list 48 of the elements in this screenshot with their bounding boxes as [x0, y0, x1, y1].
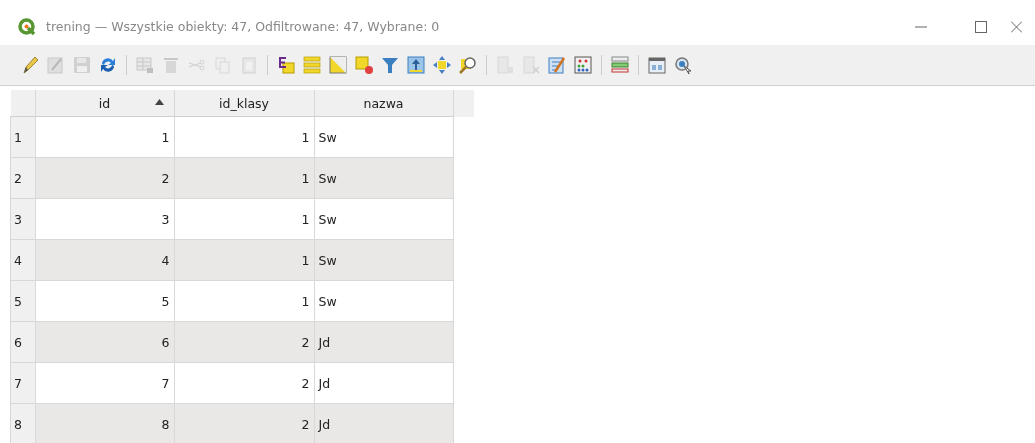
table-cell: Sw [314, 239, 453, 281]
column-header[interactable]: id [35, 90, 174, 117]
table-cell: Jd [314, 321, 453, 363]
table-cell: 3 [35, 198, 174, 240]
table-cell: 8 [35, 403, 174, 443]
table-cell: Sw [314, 280, 453, 322]
row-header[interactable]: 7 [10, 362, 35, 404]
table-cell: 5 [35, 280, 174, 322]
column-header[interactable]: nazwa [314, 90, 453, 117]
table-cell: 2 [35, 157, 174, 199]
table-cell: 2 [174, 321, 314, 363]
reload-icon[interactable] [98, 55, 118, 75]
column-header[interactable]: id_klasy [174, 90, 314, 117]
row-header[interactable]: 3 [10, 198, 35, 240]
table-cell: 1 [174, 280, 314, 322]
table-cell: 7 [35, 362, 174, 404]
row-header[interactable]: 5 [10, 280, 35, 322]
table-cell: Sw [314, 198, 453, 240]
table-cell: Jd [314, 403, 453, 443]
window-title: trening — Wszystkie obiekty: 47, Odfiltrowane: 47, Wybrane: 0 [46, 19, 441, 34]
table-cell: 2 [174, 403, 314, 443]
identify-icon[interactable] [673, 55, 693, 75]
table-cell: 1 [174, 198, 314, 240]
table-cell: Jd [314, 362, 453, 404]
table-cell: 6 [35, 321, 174, 363]
table-cell: Sw [314, 157, 453, 199]
app-logo-icon [18, 17, 36, 36]
pencil-icon[interactable] [20, 55, 40, 75]
row-header[interactable]: 4 [10, 239, 35, 281]
table-cell: 4 [35, 239, 174, 281]
row-header[interactable]: 8 [10, 403, 35, 443]
table-cell: 1 [174, 239, 314, 281]
maximize-icon[interactable] [975, 20, 987, 33]
table-cell: Sw [314, 116, 453, 158]
filter-icon[interactable] [380, 55, 400, 75]
abacus-icon[interactable] [573, 55, 593, 75]
table-cell: 1 [174, 157, 314, 199]
table-cell: 1 [174, 116, 314, 158]
row-header[interactable]: 6 [10, 321, 35, 363]
row-header[interactable]: 1 [10, 116, 35, 158]
close-icon[interactable] [1011, 20, 1022, 33]
table-cell: 2 [174, 362, 314, 404]
minimize-icon[interactable] [915, 25, 927, 28]
selectall-icon[interactable] [302, 55, 322, 75]
zoom-icon[interactable] [458, 55, 478, 75]
row-header[interactable]: 2 [10, 157, 35, 199]
table-cell: 1 [35, 116, 174, 158]
form-icon[interactable] [647, 55, 667, 75]
